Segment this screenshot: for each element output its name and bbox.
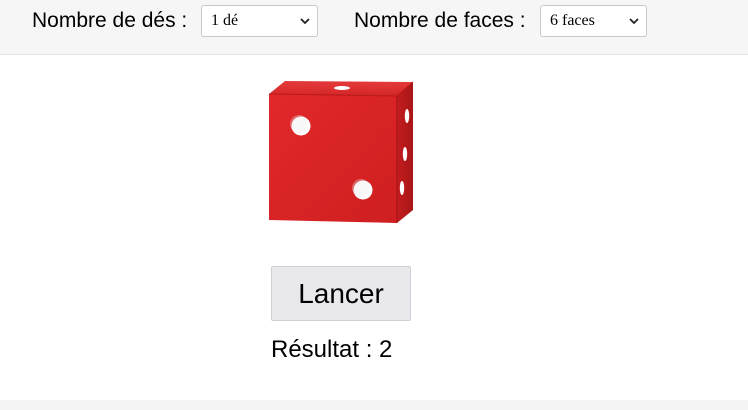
faces-value: 6 faces [550, 12, 595, 29]
dice-count-select[interactable]: 1 dé [201, 5, 318, 37]
dice-count-label: Nombre de dés : [32, 9, 188, 32]
die-face-two-icon[interactable] [265, 78, 417, 228]
faces-label: Nombre de faces : [354, 9, 526, 32]
chevron-down-icon [300, 18, 310, 25]
roll-button[interactable]: Lancer [271, 266, 411, 321]
faces-select[interactable]: 6 faces [540, 5, 647, 37]
result-text: Résultat : 2 [271, 336, 393, 363]
chevron-down-icon [629, 18, 639, 25]
page-footer [0, 400, 748, 410]
settings-toolbar: Nombre de dés : 1 dé Nombre de faces : 6… [0, 0, 748, 55]
dice-count-value: 1 dé [211, 12, 239, 29]
